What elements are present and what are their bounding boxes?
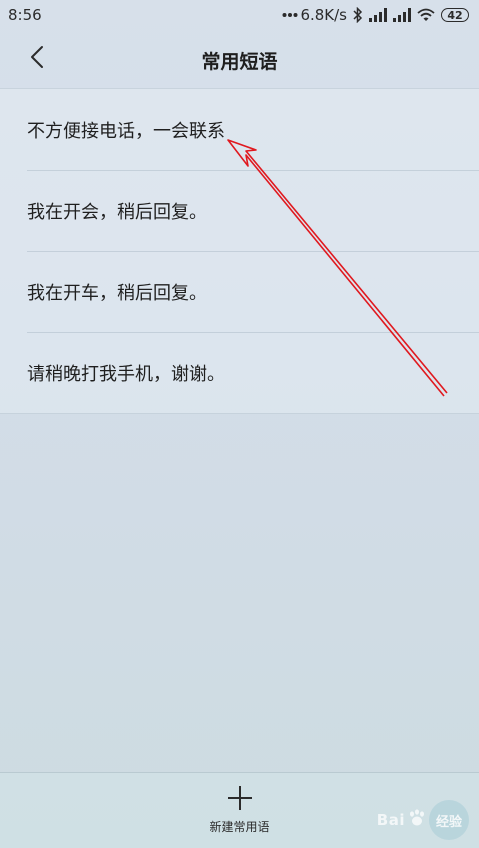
bluetooth-icon bbox=[353, 7, 363, 23]
phrase-item[interactable]: 我在开会，稍后回复。 bbox=[0, 170, 479, 251]
page-title: 常用短语 bbox=[201, 51, 278, 73]
new-phrase-button[interactable]: 新建常用语 bbox=[180, 785, 300, 835]
signal-icon bbox=[393, 8, 411, 22]
plus-icon bbox=[227, 785, 253, 811]
signal-icon bbox=[369, 8, 387, 22]
dots-icon bbox=[282, 12, 298, 18]
new-phrase-label: 新建常用语 bbox=[209, 820, 270, 834]
wifi-icon bbox=[417, 8, 435, 22]
phrase-text: 我在开会，稍后回复。 bbox=[27, 201, 207, 223]
phrase-list: 不方便接电话，一会联系 我在开会，稍后回复。 我在开车，稍后回复。 请稍晚打我手… bbox=[0, 88, 479, 414]
status-icons: 6.8K/s 42 bbox=[282, 6, 469, 24]
header: 常用短语 bbox=[0, 30, 479, 88]
network-speed: 6.8K/s bbox=[300, 6, 347, 24]
baidu-watermark: Bai 经验 bbox=[377, 800, 469, 840]
status-bar: 8:56 6.8K/s 42 bbox=[0, 0, 479, 30]
phrase-item[interactable]: 不方便接电话，一会联系 bbox=[0, 89, 479, 170]
watermark-text: Bai bbox=[376, 811, 405, 829]
phrase-text: 不方便接电话，一会联系 bbox=[27, 120, 225, 142]
phrase-item[interactable]: 我在开车，稍后回复。 bbox=[0, 251, 479, 332]
battery-icon: 42 bbox=[441, 8, 469, 22]
paw-icon bbox=[407, 808, 427, 832]
phrase-text: 我在开车，稍后回复。 bbox=[27, 282, 207, 304]
phrase-text: 请稍晚打我手机，谢谢。 bbox=[27, 363, 225, 385]
watermark-badge: 经验 bbox=[429, 800, 469, 840]
status-time: 8:56 bbox=[8, 6, 42, 24]
bottom-bar: 新建常用语 Bai 经验 bbox=[0, 772, 479, 848]
phrase-item[interactable]: 请稍晚打我手机，谢谢。 bbox=[0, 332, 479, 413]
